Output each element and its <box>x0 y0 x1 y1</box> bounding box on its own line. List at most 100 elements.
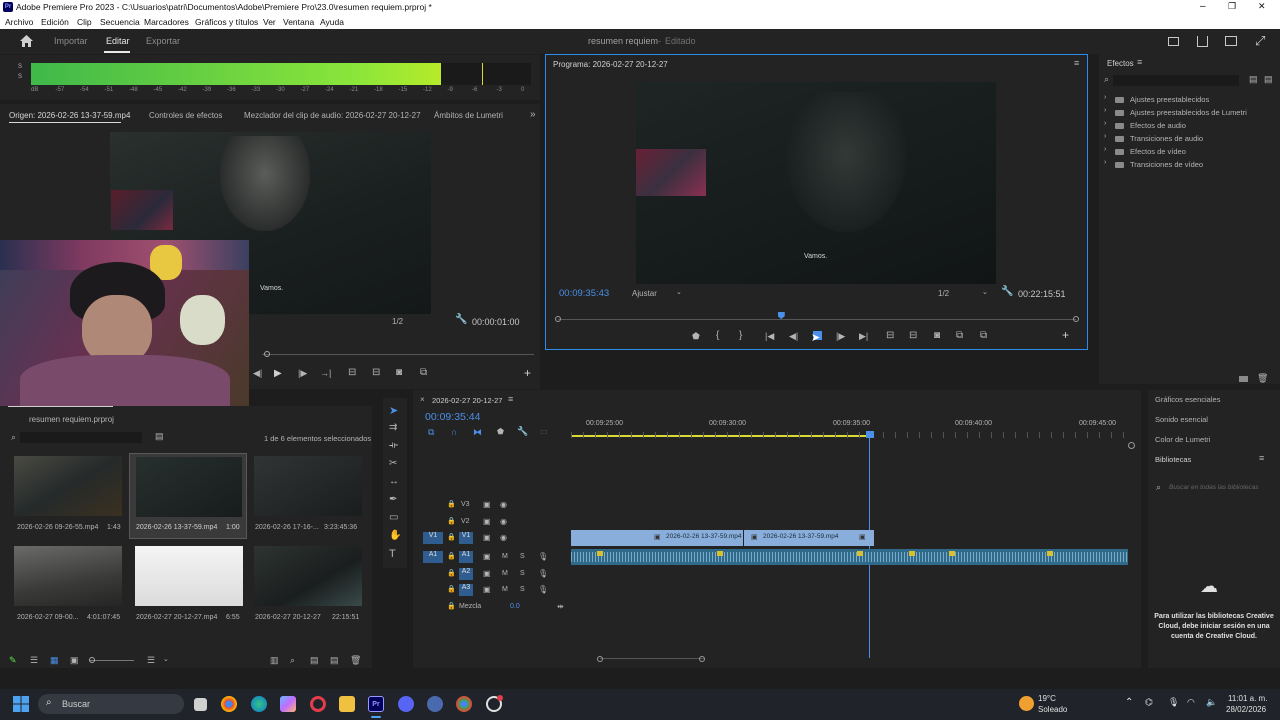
mix-value[interactable]: 0.0 <box>510 603 520 610</box>
effects-item[interactable]: › Transiciones de vídeo <box>1104 159 1274 171</box>
menu-marcadores[interactable]: Marcadores <box>144 17 189 27</box>
source-insert-icon[interactable]: ⊟ <box>348 367 356 378</box>
source-patch-v1[interactable]: V1 <box>423 532 443 544</box>
tab-lumetri-scopes[interactable]: Ámbitos de Lumetri <box>434 111 503 120</box>
effects-item[interactable]: › Efectos de audio <box>1104 120 1274 132</box>
video-clip[interactable]: ▣ 2026-02-26 13-37-59.mp4 ▣ <box>744 530 874 546</box>
tray-wifi-icon[interactable]: ◠ <box>1187 697 1195 708</box>
file-explorer-icon[interactable] <box>339 696 355 712</box>
lock-icon[interactable]: 🔒 <box>447 585 456 593</box>
tab-editar[interactable]: Editar <box>106 36 130 46</box>
razor-tool-icon[interactable]: ✂ <box>389 458 397 469</box>
tab-exportar[interactable]: Exportar <box>146 36 180 46</box>
program-add-button-icon[interactable]: + <box>1062 328 1069 342</box>
menu-secuencia[interactable]: Secuencia <box>100 17 140 27</box>
effects-menu-icon[interactable]: ≡ <box>1137 57 1142 67</box>
menu-ayuda[interactable]: Ayuda <box>320 17 344 27</box>
program-settings-wrench-icon[interactable]: 🔧 <box>1001 286 1013 297</box>
tab-effect-controls[interactable]: Controles de efectos <box>149 111 222 120</box>
slip-tool-icon[interactable]: ↔ <box>389 476 399 487</box>
source-settings-wrench-icon[interactable]: 🔧 <box>455 314 467 325</box>
selection-tool-icon[interactable]: ➤ <box>389 404 398 417</box>
find-search-icon[interactable]: ⌕ <box>290 655 295 666</box>
mute-button[interactable]: M <box>502 553 508 560</box>
tray-mic-icon[interactable]: 🎙 <box>1168 697 1179 708</box>
program-resolution[interactable]: 1/2 <box>938 289 949 298</box>
menu-archivo[interactable]: Archivo <box>5 17 33 27</box>
linked-selection-icon[interactable]: ⧓ <box>473 427 482 438</box>
mark-out-icon[interactable]: } <box>739 330 742 341</box>
mix-collapse-icon[interactable]: ⇹ <box>557 602 564 611</box>
video-clip[interactable]: ▣ 2026-02-26 13-37-59.mp4 <box>571 530 743 546</box>
nest-toggle-icon[interactable]: ⧉ <box>428 427 434 438</box>
comparison-view-icon[interactable]: ⧉ <box>956 330 963 341</box>
type-tool-icon[interactable]: T <box>389 548 396 560</box>
eye-icon[interactable]: ◉ <box>500 533 507 542</box>
go-to-out-icon[interactable]: ▶| <box>859 331 868 342</box>
effects-item[interactable]: › Efectos de vídeo <box>1104 146 1274 158</box>
effects-item[interactable]: › Ajustes preestablecidos de Lumetri <box>1104 107 1274 119</box>
mic-icon[interactable]: 🎙 <box>538 552 548 561</box>
chrome-icon[interactable] <box>221 696 237 712</box>
scroll-handle-right[interactable] <box>699 656 705 662</box>
extract-icon[interactable]: ⊟ <box>909 330 917 341</box>
program-menu-icon[interactable]: ≡ <box>1074 58 1079 68</box>
effects-search-input[interactable] <box>1113 75 1239 86</box>
sort-icon[interactable]: ☰ <box>147 655 155 666</box>
solo-button[interactable]: S <box>520 586 525 593</box>
pencil-icon[interactable]: ✎ <box>9 655 17 666</box>
effects-new-bin-icon[interactable]: ▤ <box>1249 74 1258 85</box>
program-fit-select[interactable]: Ajustar <box>632 289 657 298</box>
effects-search-icon[interactable]: ⌕ <box>1104 74 1109 85</box>
marker-icon[interactable]: ⬟ <box>692 331 700 342</box>
proxy-toggle-icon[interactable]: ⧉ <box>980 330 987 341</box>
timeline-scrollbar[interactable] <box>600 658 704 664</box>
add-marker-icon[interactable]: ⬟ <box>497 427 504 436</box>
task-view-icon[interactable] <box>194 698 207 711</box>
sync-icon[interactable]: ▣ <box>483 585 491 594</box>
step-back-icon[interactable]: ◀| <box>789 331 798 342</box>
tab-source[interactable]: Origen: 2026-02-26 13-37-59.mp4 <box>9 111 130 120</box>
new-item-icon[interactable]: ▤ <box>330 655 339 666</box>
zoom-slider-handle[interactable] <box>89 657 95 663</box>
source-playhead[interactable] <box>264 351 270 357</box>
windows-start-icon[interactable] <box>13 696 29 712</box>
opera-icon[interactable] <box>310 696 326 712</box>
captions-icon[interactable]: ▭ <box>540 427 548 436</box>
program-video[interactable]: Vamos. <box>636 82 996 284</box>
timeline-timecode[interactable]: 00:09:35:44 <box>425 411 480 423</box>
resolution-chevron-down-icon[interactable]: ⌄ <box>982 288 988 296</box>
source-step-forward-icon[interactable]: |▶ <box>298 368 307 379</box>
source-scrub-bar[interactable] <box>262 354 534 355</box>
effects-custom-bin-icon[interactable]: ▤ <box>1264 74 1273 85</box>
effects-delete-icon[interactable]: 🗑 <box>1257 373 1268 384</box>
timeline-playhead-handle[interactable] <box>866 431 874 438</box>
tray-volume-icon[interactable]: 🔈 <box>1206 697 1217 708</box>
project-item-selected[interactable]: 2026-02-26 13-37-59.mp4 1:00 <box>129 453 247 539</box>
automate-icon[interactable]: ▥ <box>270 655 279 666</box>
edge-icon[interactable] <box>251 696 267 712</box>
maximize-button[interactable]: ❐ <box>1228 1 1236 12</box>
mark-in-icon[interactable]: { <box>716 330 719 341</box>
minimize-button[interactable]: – <box>1200 1 1206 12</box>
timeline-ruler[interactable]: 00:09:25:00 00:09:30:00 00:09:35:00 00:0… <box>571 418 1131 440</box>
lock-icon[interactable]: 🔒 <box>447 569 456 577</box>
source-next-edit-icon[interactable]: →| <box>320 368 331 378</box>
lock-icon[interactable]: 🔒 <box>447 500 456 508</box>
clock-time[interactable]: 11:01 a. m. <box>1228 694 1267 703</box>
effects-item[interactable]: › Transiciones de audio <box>1104 133 1274 145</box>
effects-new-folder-icon[interactable] <box>1239 376 1248 382</box>
solo-button[interactable]: S <box>520 570 525 577</box>
weather-icon[interactable] <box>1019 696 1034 711</box>
mic-icon[interactable]: 🎙 <box>538 585 548 594</box>
expand-icon[interactable]: ⤢ <box>1255 33 1265 49</box>
project-item[interactable]: 2026-02-26 17-16-... 3:23:45:36 <box>250 454 365 539</box>
program-scrub-bar[interactable] <box>558 312 1076 320</box>
feedback-icon[interactable] <box>1225 36 1237 46</box>
libraries-search-icon[interactable]: ⌕ <box>1156 482 1161 493</box>
panel-overflow-icon[interactable]: » <box>530 109 536 120</box>
go-to-in-icon[interactable]: |◀ <box>765 331 774 342</box>
libraries-menu-icon[interactable]: ≡ <box>1259 453 1264 463</box>
source-camera-icon[interactable]: ◙ <box>396 367 402 378</box>
source-compare-icon[interactable]: ⧉ <box>420 367 427 378</box>
